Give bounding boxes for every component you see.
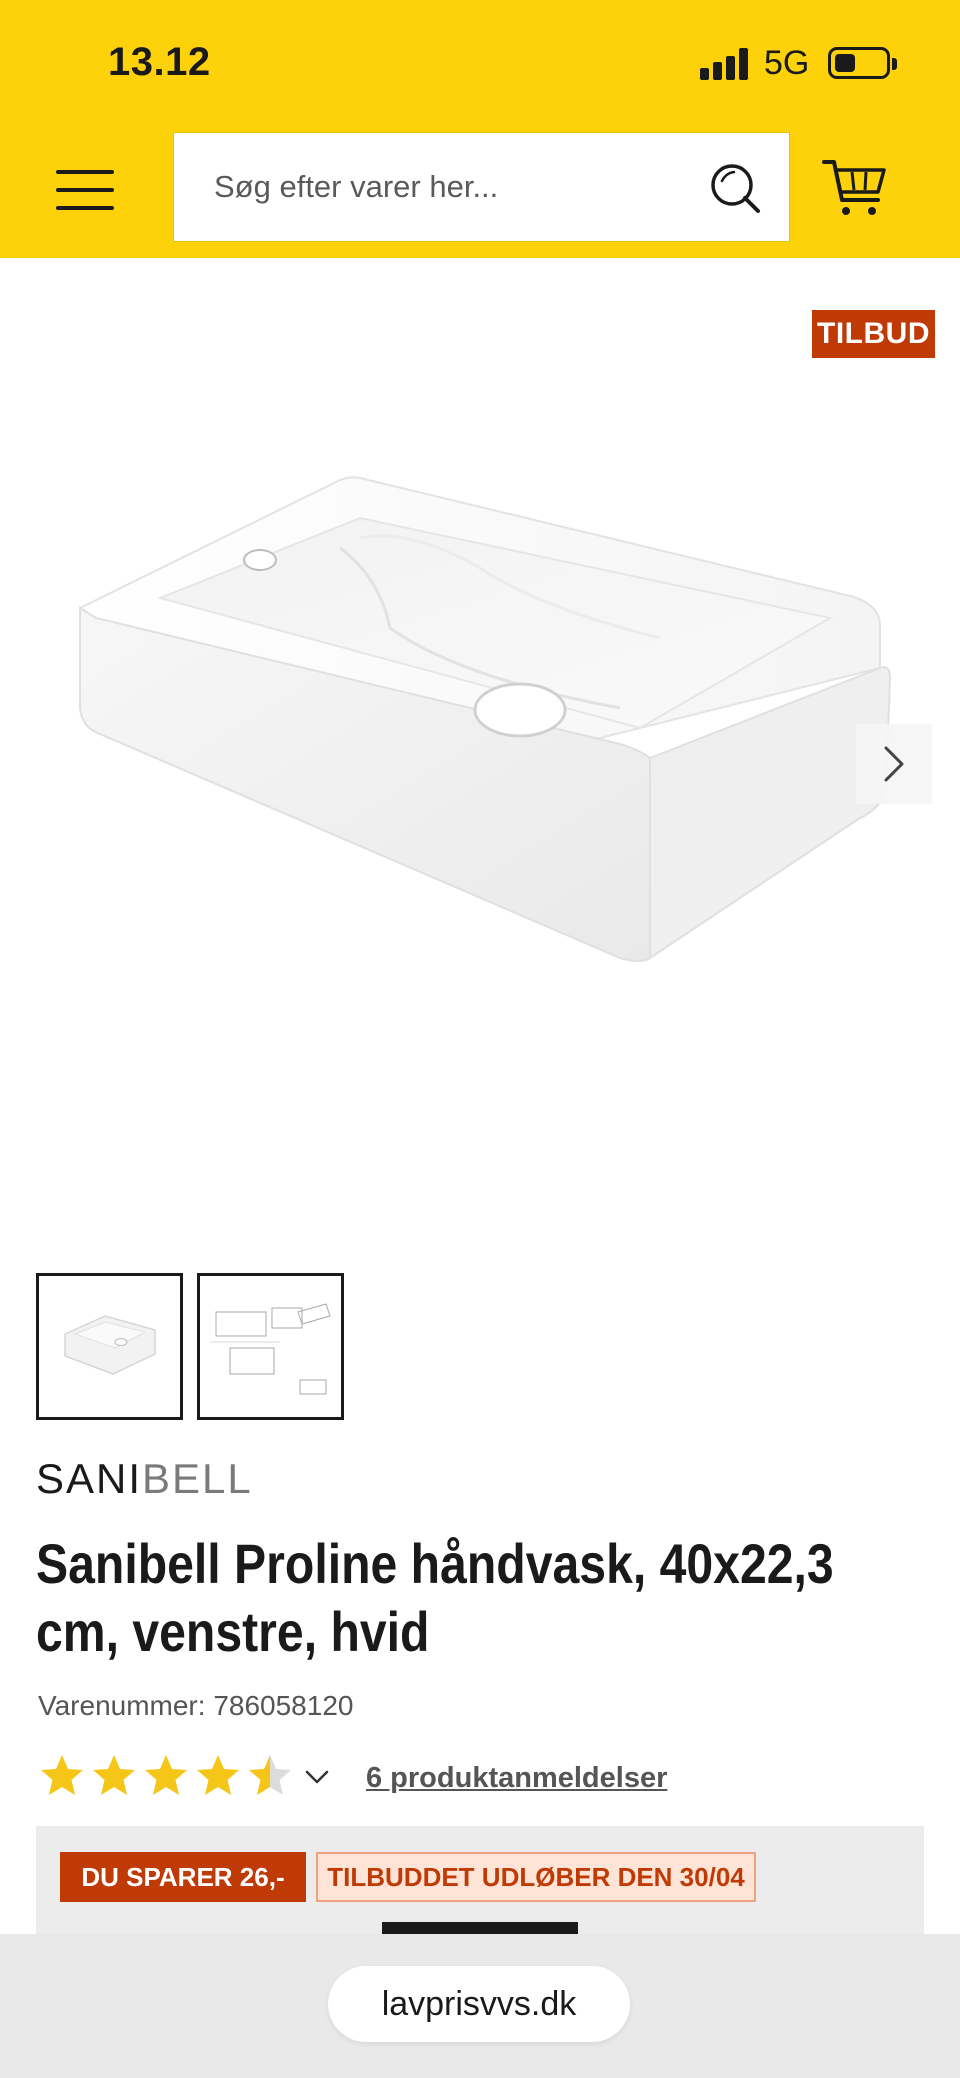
brand-logo-part1: SANI	[36, 1455, 143, 1502]
status-bar: 13.12 5G	[0, 0, 960, 130]
browser-bottom-bar: lavprisvvs.dk	[0, 1934, 960, 2078]
brand-logo-part2: BELL	[142, 1455, 253, 1502]
network-label: 5G	[764, 44, 810, 82]
brand-logo[interactable]: SANIBELL	[36, 1455, 253, 1503]
offer-badge: TILBUD	[812, 310, 935, 358]
search-input[interactable]	[214, 133, 694, 241]
drawing-thumbnail-image	[210, 1303, 331, 1395]
star-icon	[145, 1755, 187, 1795]
product-gallery: TILBUD	[0, 258, 960, 1248]
search-box	[173, 132, 790, 242]
site-header	[0, 130, 960, 258]
thumbnail-technical-drawing[interactable]	[197, 1273, 344, 1420]
thumbnail-sink[interactable]	[36, 1273, 183, 1420]
next-image-button[interactable]	[856, 724, 932, 804]
savings-badge: DU SPARER 26,-	[60, 1852, 306, 1902]
star-icon	[93, 1755, 135, 1795]
star-icon	[197, 1755, 239, 1795]
sink-thumbnail-image	[64, 1315, 156, 1375]
offer-expiry-badge: TILBUDDET UDLØBER DEN 30/04	[316, 1852, 756, 1902]
thumbnail-strip	[36, 1273, 356, 1423]
half-star-icon	[249, 1755, 291, 1795]
search-icon[interactable]	[708, 161, 764, 217]
cart-icon[interactable]	[820, 156, 890, 220]
product-title: Sanibell Proline håndvask, 40x22,3 cm, v…	[36, 1532, 834, 1663]
status-time: 13.12	[108, 40, 211, 84]
reviews-link[interactable]: 6 produktanmeldelser	[366, 1762, 667, 1795]
menu-icon[interactable]	[52, 164, 118, 216]
chevron-down-icon[interactable]	[302, 1762, 332, 1792]
offer-panel: DU SPARER 26,- TILBUDDET UDLØBER DEN 30/…	[36, 1826, 924, 1946]
address-bar[interactable]: lavprisvvs.dk	[328, 1966, 630, 2042]
rating-stars[interactable]	[38, 1752, 338, 1808]
battery-tip	[892, 58, 897, 70]
product-sku: Varenummer: 786058120	[38, 1690, 354, 1721]
product-image-sink[interactable]	[60, 458, 900, 1018]
signal-icon	[700, 48, 752, 80]
star-icon	[41, 1755, 83, 1795]
chevron-right-icon	[884, 746, 904, 782]
battery-icon	[828, 47, 890, 79]
